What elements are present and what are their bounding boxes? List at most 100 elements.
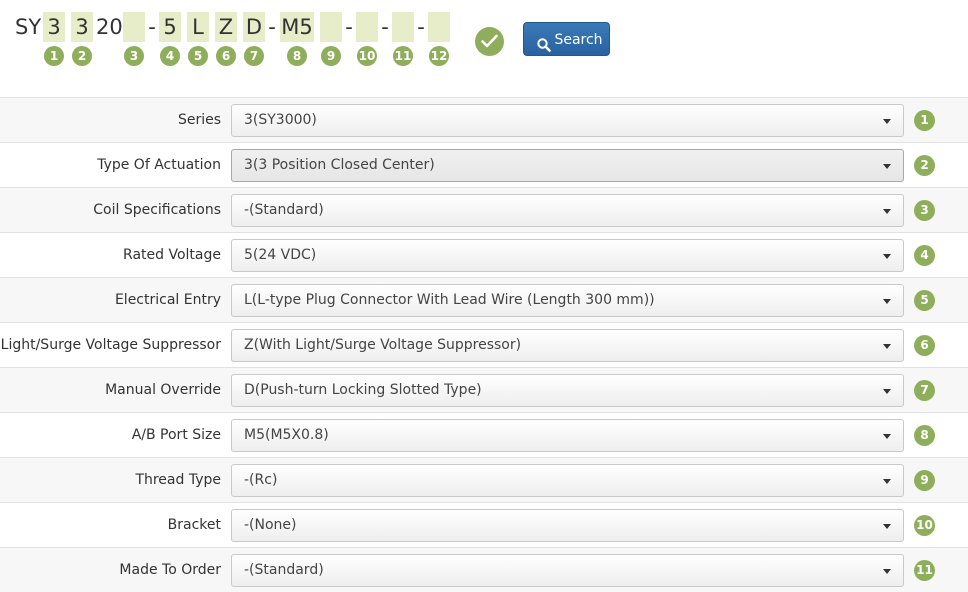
made-to-order-select[interactable]: -(Standard)	[231, 554, 904, 587]
pn-badge-4: 4	[160, 46, 180, 66]
select-value: L(L-type Plug Connector With Lead Wire (…	[244, 292, 655, 308]
row-badge: 4	[914, 245, 935, 266]
pn-box-3	[123, 12, 145, 42]
pn-badge-1: 1	[44, 46, 64, 66]
row-label: Type Of Actuation	[97, 157, 221, 173]
pn-dash: -	[148, 15, 156, 39]
form-row-manual-override: Manual Override D(Push-turn Locking Slot…	[0, 367, 968, 412]
pn-dash: -	[381, 15, 389, 39]
pn-box-11	[392, 12, 414, 42]
pn-badge-11: 11	[393, 46, 413, 66]
select-value: -(Standard)	[244, 562, 324, 578]
row-badge: 5	[914, 290, 935, 311]
row-label: Made To Order	[119, 562, 221, 578]
pn-dash: -	[268, 15, 276, 39]
thread-type-select[interactable]: -(Rc)	[231, 464, 904, 497]
row-badge: 9	[914, 470, 935, 491]
caret-down-icon	[883, 164, 891, 169]
form-row-electrical-entry: Electrical Entry L(L-type Plug Connector…	[0, 277, 968, 322]
form-row-rated-voltage: Rated Voltage 5(24 VDC) 4	[0, 232, 968, 277]
manual-override-select[interactable]: D(Push-turn Locking Slotted Type)	[231, 374, 904, 407]
form-row-bracket: Bracket -(None) 10	[0, 502, 968, 547]
form-row-ab-port-size: A/B Port Size M5(M5X0.8) 8	[0, 412, 968, 457]
row-label: A/B Port Size	[131, 427, 221, 443]
row-badge: 6	[914, 335, 935, 356]
select-value: D(Push-turn Locking Slotted Type)	[244, 382, 482, 398]
row-badge: 8	[914, 425, 935, 446]
pn-badge-9: 9	[321, 46, 341, 66]
caret-down-icon	[883, 209, 891, 214]
pn-prefix: SY	[15, 15, 42, 39]
form-row-series: Series 3(SY3000) 1	[0, 97, 968, 142]
caret-down-icon	[883, 119, 891, 124]
pn-box-12	[428, 12, 450, 42]
pn-badge-8: 8	[287, 46, 307, 66]
caret-down-icon	[883, 344, 891, 349]
select-value: M5(M5X0.8)	[244, 427, 329, 443]
light-surge-voltage-suppressor-select[interactable]: Z(With Light/Surge Voltage Suppressor)	[231, 329, 904, 362]
row-label: Light/Surge Voltage Suppressor	[0, 337, 221, 353]
pn-badge-5: 5	[188, 46, 208, 66]
pn-dash: -	[417, 15, 425, 39]
pn-dash: -	[345, 15, 353, 39]
pn-box-2: 3	[71, 12, 93, 42]
pn-box-1: 3	[43, 12, 65, 42]
rated-voltage-select[interactable]: 5(24 VDC)	[231, 239, 904, 272]
row-label: Rated Voltage	[123, 247, 221, 263]
caret-down-icon	[883, 254, 891, 259]
pn-box-5: L	[187, 12, 209, 42]
bracket-select[interactable]: -(None)	[231, 509, 904, 542]
row-label: Bracket	[167, 517, 221, 533]
pn-badge-7: 7	[244, 46, 264, 66]
row-label: Thread Type	[135, 472, 221, 488]
part-number-builder: SY 3 3 20 - 5 L Z D - M5 - - - 1 2 3 4 5…	[0, 0, 968, 96]
search-button-label: Search	[554, 32, 603, 48]
row-label: Manual Override	[105, 382, 221, 398]
pn-box-7: D	[243, 12, 265, 42]
form-row-thread-type: Thread Type -(Rc) 9	[0, 457, 968, 502]
row-badge: 3	[914, 200, 935, 221]
caret-down-icon	[883, 479, 891, 484]
select-value: -(Standard)	[244, 202, 324, 218]
pn-box-6: Z	[215, 12, 237, 42]
pn-badge-10: 10	[357, 46, 377, 66]
row-label: Series	[177, 112, 221, 128]
form-row-coil-specifications: Coil Specifications -(Standard) 3	[0, 187, 968, 232]
ab-port-size-select[interactable]: M5(M5X0.8)	[231, 419, 904, 452]
select-value: -(Rc)	[244, 472, 278, 488]
pn-fixed-20: 20	[96, 15, 123, 39]
form-row-light-surge-voltage-suppressor: Light/Surge Voltage Suppressor Z(With Li…	[0, 322, 968, 367]
pn-box-4: 5	[159, 12, 181, 42]
pn-box-10	[356, 12, 378, 42]
row-label: Coil Specifications	[93, 202, 221, 218]
caret-down-icon	[883, 434, 891, 439]
select-value: -(None)	[244, 517, 297, 533]
coil-specifications-select[interactable]: -(Standard)	[231, 194, 904, 227]
checkmark-icon	[475, 27, 504, 56]
pn-badge-6: 6	[216, 46, 236, 66]
select-value: 5(24 VDC)	[244, 247, 317, 263]
search-button[interactable]: Search	[523, 22, 610, 56]
spec-form: Series 3(SY3000) 1 Type Of Actuation 3(3…	[0, 97, 968, 592]
caret-down-icon	[883, 299, 891, 304]
row-badge: 11	[914, 560, 935, 581]
row-label: Electrical Entry	[114, 292, 221, 308]
row-badge: 2	[914, 155, 935, 176]
form-row-type-of-actuation: Type Of Actuation 3(3 Position Closed Ce…	[0, 142, 968, 187]
row-badge: 10	[914, 515, 935, 536]
select-value: 3(3 Position Closed Center)	[244, 157, 435, 173]
pn-badge-3: 3	[124, 46, 144, 66]
series-select[interactable]: 3(SY3000)	[231, 104, 904, 137]
row-badge: 1	[914, 110, 935, 131]
electrical-entry-select[interactable]: L(L-type Plug Connector With Lead Wire (…	[231, 284, 904, 317]
form-row-made-to-order: Made To Order -(Standard) 11	[0, 547, 968, 592]
search-icon	[537, 32, 551, 64]
caret-down-icon	[883, 569, 891, 574]
pn-badge-12: 12	[429, 46, 449, 66]
caret-down-icon	[883, 524, 891, 529]
select-value: 3(SY3000)	[244, 112, 317, 128]
select-value: Z(With Light/Surge Voltage Suppressor)	[244, 337, 522, 353]
caret-down-icon	[883, 389, 891, 394]
type-of-actuation-select[interactable]: 3(3 Position Closed Center)	[231, 149, 904, 182]
pn-box-9	[320, 12, 342, 42]
